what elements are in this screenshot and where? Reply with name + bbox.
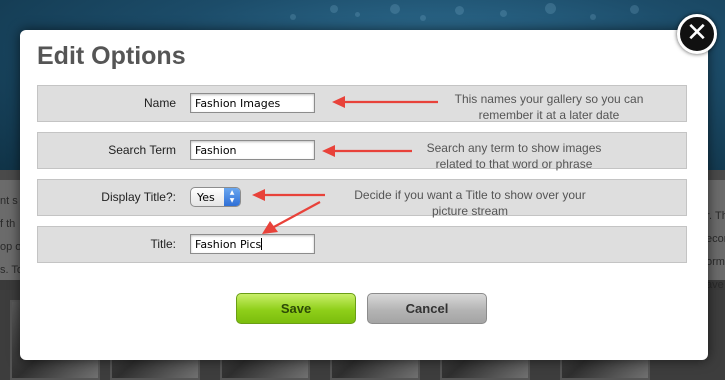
name-annotation: This names your gallery so you can remem…: [454, 92, 644, 122]
title-input-value: Fashion Pics: [195, 238, 262, 251]
search-term-label: Search Term: [108, 143, 176, 157]
search-term-input[interactable]: Fashion: [190, 140, 315, 160]
display-title-label: Display Title?:: [101, 190, 176, 204]
title-input[interactable]: Fashion Pics: [190, 234, 315, 254]
save-button[interactable]: Save: [236, 293, 356, 324]
name-label: Name: [143, 96, 176, 110]
display-title-select[interactable]: Yes ▲ ▼: [190, 187, 241, 207]
display-title-annotation: Decide if you want a Title to show over …: [354, 188, 586, 218]
title-label: Title:: [150, 237, 176, 251]
close-button[interactable]: ✕: [677, 14, 717, 54]
dialog-title: Edit Options: [37, 42, 186, 70]
close-icon: ✕: [686, 18, 708, 48]
name-input[interactable]: Fashion Images: [190, 93, 315, 113]
search-term-annotation: Search any term to show images related t…: [426, 141, 602, 171]
cancel-button[interactable]: Cancel: [367, 293, 487, 324]
display-title-value: Yes: [197, 191, 215, 204]
title-row: Title: Fashion Pics: [37, 226, 687, 263]
select-arrows-icon: ▲ ▼: [224, 188, 240, 206]
text-caret: [261, 238, 263, 250]
